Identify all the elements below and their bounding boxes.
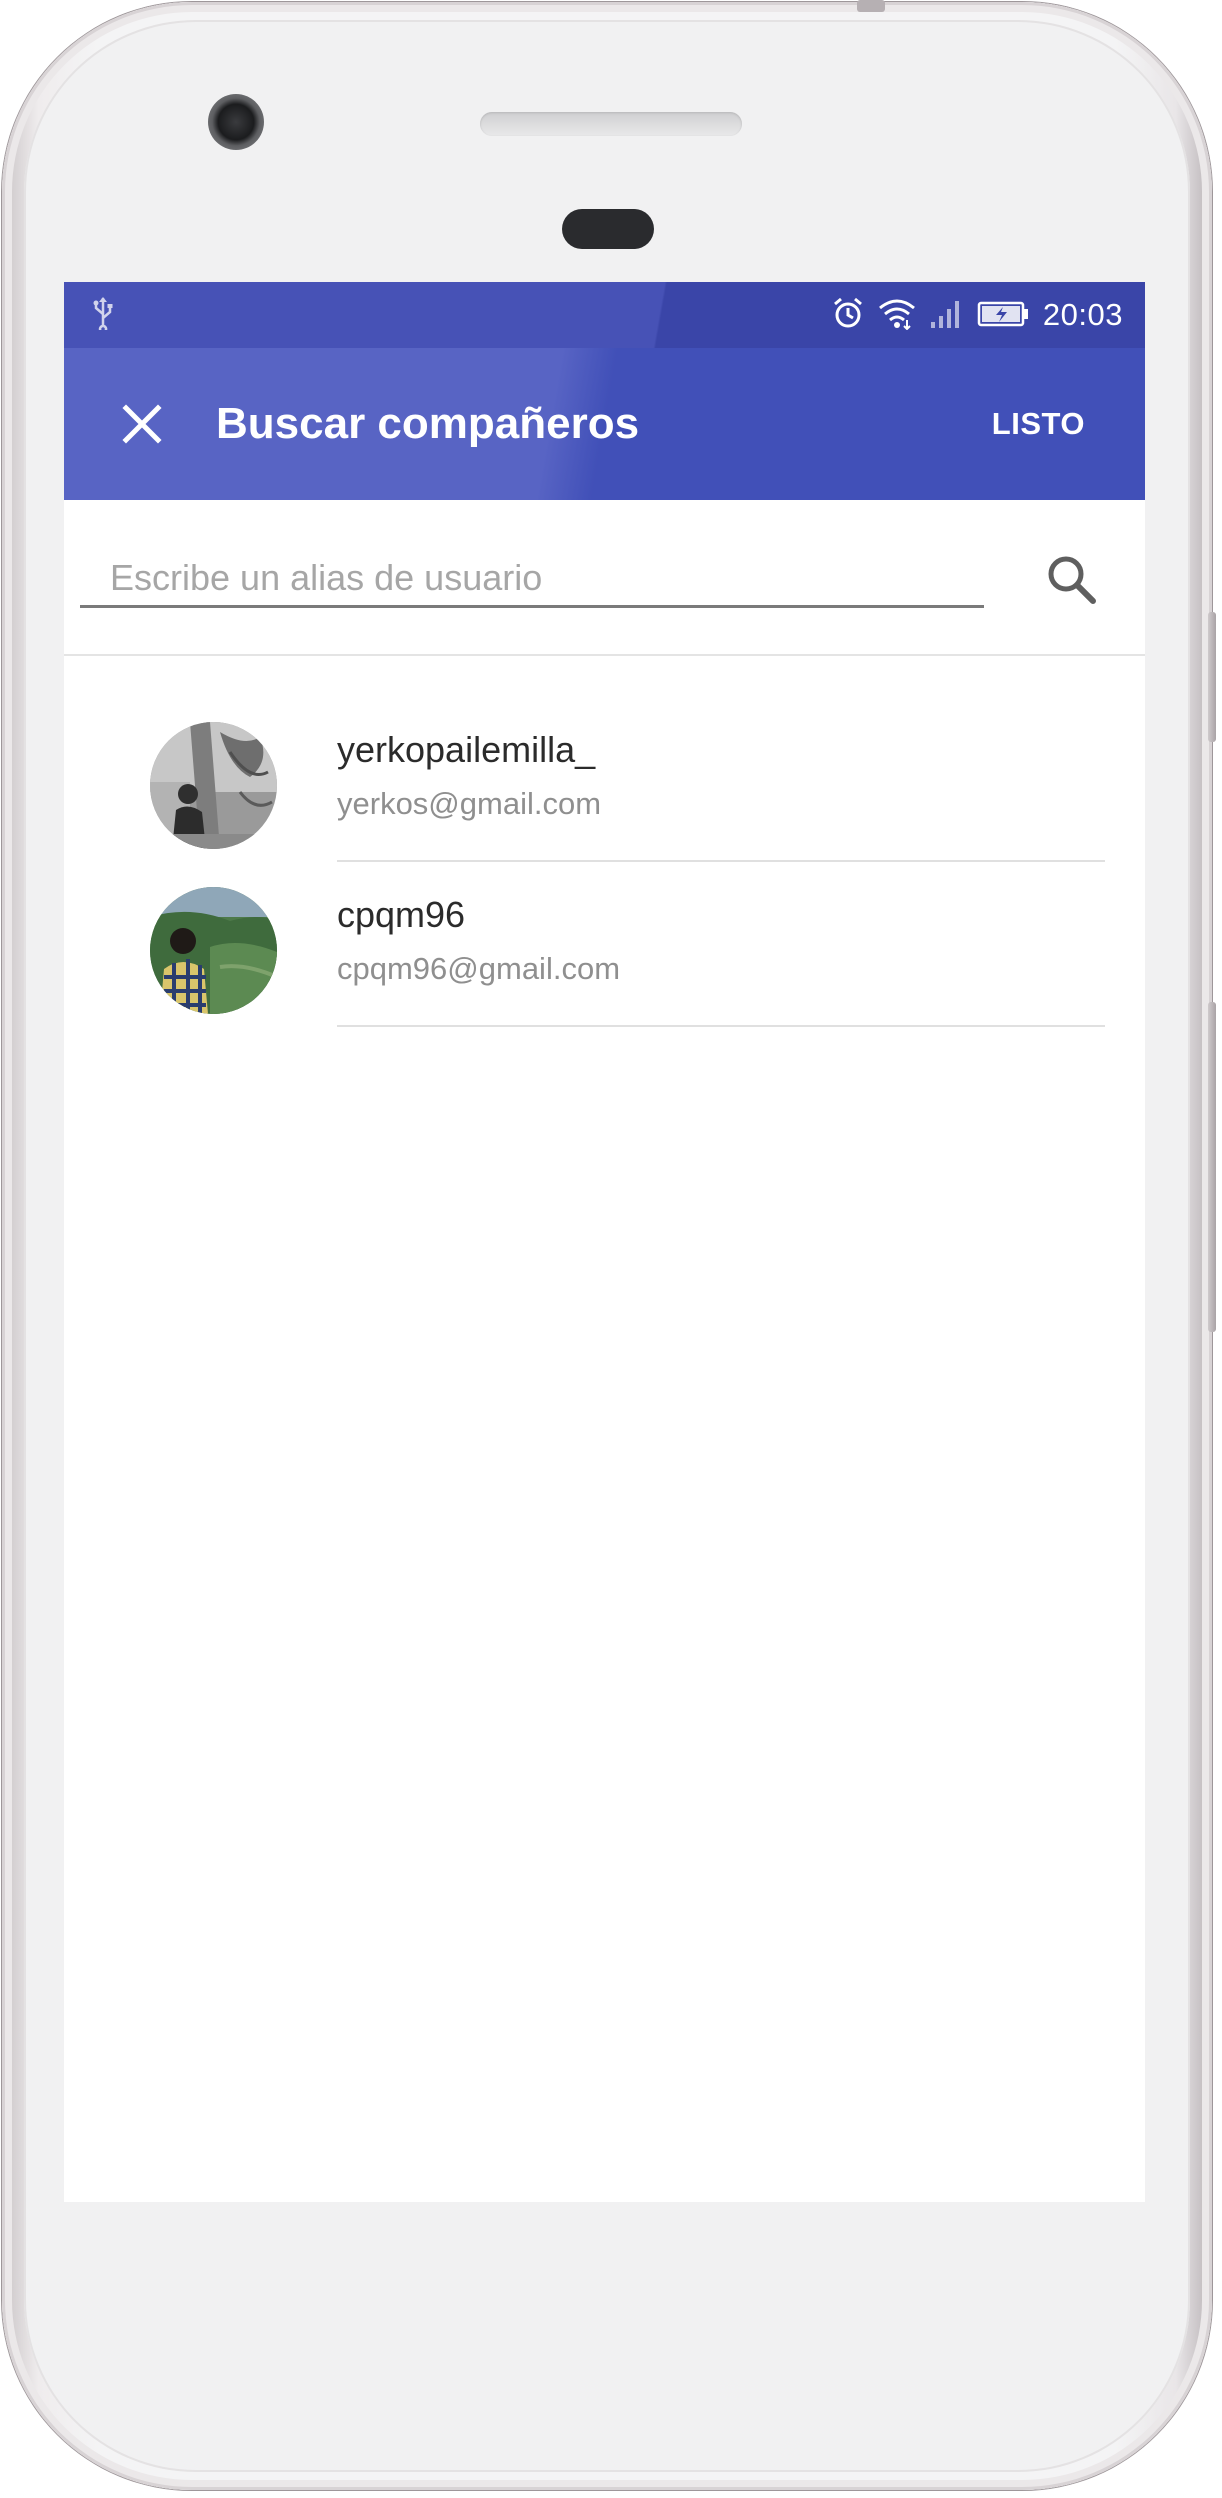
page-title: Buscar compañeros [216,399,640,448]
wifi-icon [877,296,917,335]
signal-icon [929,296,965,335]
list-item[interactable]: yerkopailemilla_ yerkos@gmail.com [64,722,1145,887]
search-bar [64,500,1145,656]
battery-charging-icon [977,296,1031,335]
status-bar: 20:03 [64,282,1145,348]
results-list: yerkopailemilla_ yerkos@gmail.com cpqm96 [64,656,1145,1052]
status-icons: 20:03 [831,290,1123,340]
avatar [150,722,277,849]
list-item[interactable]: cpqm96 cpqm96@gmail.com [64,887,1145,1052]
search-icon [1048,556,1096,604]
alarm-icon [831,296,865,335]
proximity-sensor [562,209,654,249]
username: cpqm96 [337,894,466,935]
usb-icon [92,296,114,338]
close-button[interactable] [112,394,172,454]
side-button-upper [1208,612,1216,742]
list-item-text: yerkopailemilla_ yerkos@gmail.com [337,728,1105,862]
phone-chin [64,2202,1145,2402]
list-item-text: cpqm96 cpqm96@gmail.com [337,893,1105,1027]
search-button[interactable] [1036,544,1106,614]
avatar [150,887,277,1014]
user-email: cpqm96@gmail.com [337,951,621,986]
app-bar: Buscar compañeros LISTO [64,348,1145,500]
side-button-volume [1208,1002,1216,1332]
front-camera-icon [208,94,264,150]
username: yerkopailemilla_ [337,729,596,770]
earpiece-speaker [480,112,742,136]
power-nub [857,0,885,12]
app-screen: 20:03 Buscar compañeros LISTO Escribe un… [64,282,1145,2202]
user-email: yerkos@gmail.com [337,786,602,821]
search-input[interactable] [80,550,984,608]
close-icon [122,404,162,444]
done-button[interactable]: LISTO [992,400,1085,448]
status-time: 20:03 [1042,297,1123,332]
